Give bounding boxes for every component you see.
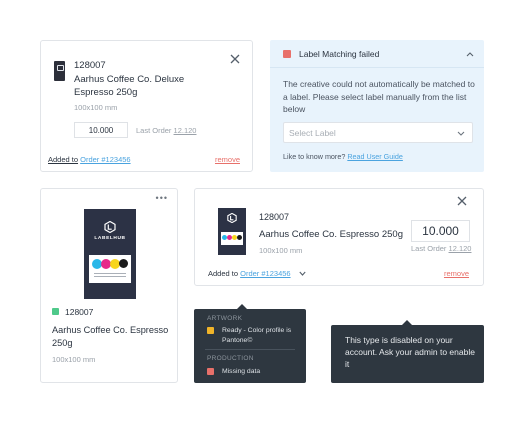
product-name: Aarhus Coffee Co. Espresso 250g xyxy=(52,325,169,348)
product-card-espresso: 128007 Aarhus Coffee Co. Espresso 250g 1… xyxy=(194,188,484,286)
alert-message: The creative could not automatically be … xyxy=(283,79,475,114)
order-link[interactable]: Order #123456 xyxy=(80,155,130,164)
product-tile-espresso[interactable]: ••• LABELHUB 128007 Aarhus Coffee Co. Es… xyxy=(40,188,178,383)
label-select[interactable]: Select Label xyxy=(283,122,473,143)
chevron-down-icon[interactable] xyxy=(299,271,306,276)
label-select-placeholder: Select Label xyxy=(289,128,336,138)
brand-name: LABELHUB xyxy=(94,236,126,241)
labelhub-logo-icon xyxy=(104,221,116,233)
user-guide-link[interactable]: Read User Guide xyxy=(347,152,403,161)
alert-header[interactable]: Label Matching failed xyxy=(270,40,484,68)
ok-status-indicator xyxy=(52,308,59,315)
product-dimensions: 100x100 mm xyxy=(74,103,118,112)
labelhub-logo-icon xyxy=(227,213,237,223)
alert-title: Label Matching failed xyxy=(299,49,380,59)
black-dot xyxy=(237,235,242,240)
black-dot xyxy=(119,259,128,268)
error-status-indicator xyxy=(207,368,214,375)
status-tooltip: ARTWORK Ready - Color profile is Pantone… xyxy=(194,304,306,383)
product-sku: 128007 xyxy=(65,307,94,317)
artwork-status-text: Ready - Color profile is Pantone© xyxy=(222,327,292,344)
package-label xyxy=(89,255,131,283)
package-label xyxy=(221,232,243,245)
remove-link[interactable]: remove xyxy=(444,269,469,278)
package-preview: LABELHUB xyxy=(84,209,136,299)
added-to-order: Added to Order #123456 xyxy=(48,155,131,164)
user-guide-prefix: Like to know more? xyxy=(283,152,346,161)
warning-status-indicator xyxy=(207,327,214,334)
last-order-value: 12.120 xyxy=(173,126,197,135)
label-matching-alert: Label Matching failed The creative could… xyxy=(270,40,484,172)
added-to-label: Added to xyxy=(208,269,239,278)
close-icon[interactable] xyxy=(456,195,468,207)
product-dimensions: 100x100 mm xyxy=(52,355,96,364)
product-name: Aarhus Coffee Co. Deluxe Espresso 250g xyxy=(74,74,185,98)
last-order: Last Order 12.120 xyxy=(411,244,471,253)
product-thumbnail xyxy=(218,208,246,255)
label-lines xyxy=(94,273,126,277)
product-sku: 128007 xyxy=(259,212,290,222)
product-sku: 128007 xyxy=(74,60,106,71)
last-order: Last Order 12.120 xyxy=(136,126,196,135)
last-order-label: Last Order xyxy=(136,126,172,135)
quantity-input[interactable] xyxy=(74,122,128,138)
order-link[interactable]: Order #123456 xyxy=(240,269,290,278)
product-dimensions: 100x100 mm xyxy=(259,246,303,255)
chevron-down-icon xyxy=(457,131,465,136)
production-header: PRODUCTION xyxy=(207,355,254,362)
chevron-up-icon[interactable] xyxy=(466,51,474,57)
more-dots-icon[interactable]: ••• xyxy=(156,193,168,203)
added-to-order: Added to Order #123456 xyxy=(208,269,291,278)
quantity-input[interactable]: 10.000 xyxy=(411,220,470,242)
artwork-header: ARTWORK xyxy=(207,315,243,322)
user-guide-hint: Like to know more? Read User Guide xyxy=(283,152,403,161)
last-order-value: 12.120 xyxy=(448,244,472,253)
product-card-deluxe: 128007 Aarhus Coffee Co. Deluxe Espresso… xyxy=(40,40,253,172)
close-icon[interactable] xyxy=(229,53,241,65)
production-status-text: Missing data xyxy=(222,368,261,375)
last-order-label: Last Order xyxy=(411,244,447,253)
error-status-indicator xyxy=(283,50,291,58)
product-thumbnail xyxy=(54,61,65,81)
divider xyxy=(205,349,295,350)
product-name: Aarhus Coffee Co. Espresso 250g xyxy=(259,229,403,240)
disabled-tooltip-text: This type is disabled on your account. A… xyxy=(345,335,475,369)
disabled-tooltip: This type is disabled on your account. A… xyxy=(331,320,484,383)
remove-link[interactable]: remove xyxy=(215,155,240,164)
added-to-label: Added to xyxy=(48,155,79,164)
